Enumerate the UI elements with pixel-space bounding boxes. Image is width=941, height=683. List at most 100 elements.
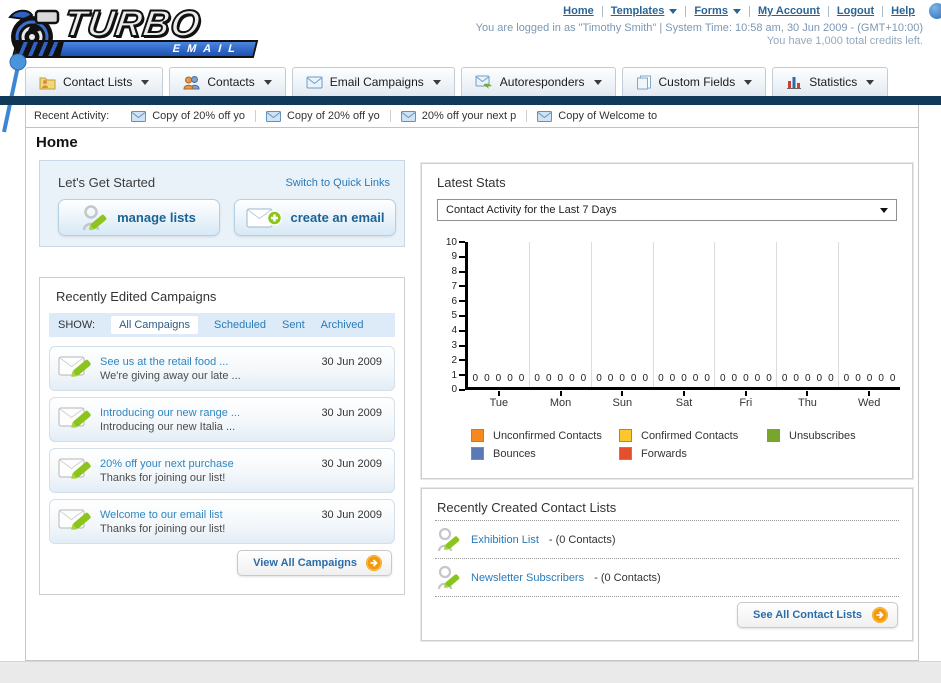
campaign-date: 30 Jun 2009: [321, 509, 382, 521]
tab-email-campaigns[interactable]: Email Campaigns: [291, 67, 455, 96]
envelope-pencil-icon: [58, 356, 91, 377]
envelope-pencil-icon: [58, 407, 91, 428]
contact-list: Exhibition List - (0 Contacts) Newslette…: [435, 520, 899, 597]
orange-arrow-icon: [366, 555, 382, 571]
campaign-subtitle: Introducing our new Italia ...: [100, 420, 236, 433]
page-title: Home: [36, 134, 78, 151]
latest-stats-title: Latest Stats: [437, 175, 506, 190]
chevron-down-icon: [432, 79, 441, 85]
recent-activity-item[interactable]: Copy of Welcome to: [527, 110, 667, 122]
navy-divider-bar: [0, 96, 941, 105]
autoresponders-icon: [475, 75, 492, 89]
chart-y-axis: 10 9 8 7 6 5 4 3 2 1 0: [437, 237, 465, 395]
top-nav-logout[interactable]: Logout: [829, 5, 882, 17]
see-all-contact-lists-button[interactable]: See All Contact Lists: [736, 602, 898, 628]
contact-list-name-link[interactable]: Exhibition List: [471, 534, 539, 546]
chevron-down-icon: [141, 79, 150, 85]
filter-sent[interactable]: Sent: [282, 319, 305, 331]
contact-lists-title: Recently Created Contact Lists: [437, 500, 617, 515]
show-label: SHOW:: [58, 319, 96, 331]
chart-x-label: Wed: [838, 391, 900, 409]
email-campaigns-icon: [306, 76, 323, 88]
campaign-row[interactable]: Welcome to our email list Thanks for joi…: [49, 499, 395, 544]
tab-custom-fields[interactable]: Custom Fields: [621, 67, 767, 96]
logo-title: TURBO: [60, 2, 204, 45]
campaign-title-link[interactable]: See us at the retail food ...: [100, 356, 321, 368]
custom-fields-icon: [636, 75, 651, 89]
tab-statistics[interactable]: Statistics: [772, 67, 889, 96]
filter-all-campaigns[interactable]: All Campaigns: [111, 316, 198, 334]
help-balloon-icon[interactable]: [929, 3, 941, 19]
legend-swatch: [471, 429, 484, 442]
chart-day-group: 00000: [654, 242, 716, 387]
campaign-row[interactable]: 20% off your next purchase Thanks for jo…: [49, 448, 395, 493]
contact-lists-icon: [39, 77, 56, 89]
view-all-campaigns-button[interactable]: View All Campaigns: [237, 550, 392, 576]
legend-label: Unsubscribes: [789, 429, 856, 442]
chart-day-group: 00000: [592, 242, 654, 387]
legend-item: Unsubscribes: [767, 429, 925, 442]
campaign-subtitle: Thanks for joining our list!: [100, 522, 226, 535]
recent-activity-item[interactable]: 20% off your next p: [391, 110, 528, 122]
chart-x-label: Tue: [468, 391, 530, 409]
select-arrow-icon: [880, 207, 888, 213]
campaign-row[interactable]: See us at the retail food ... We're givi…: [49, 346, 395, 391]
page-footer-strip: [0, 661, 941, 683]
contact-list-detail: - (0 Contacts): [594, 571, 661, 584]
chart-day-group: 00000: [715, 242, 778, 387]
campaign-row[interactable]: Introducing our new range ... Introducin…: [49, 397, 395, 442]
contact-list-name-link[interactable]: Newsletter Subscribers: [471, 572, 584, 584]
legend-label: Confirmed Contacts: [641, 429, 739, 442]
chart-day-group: 00000: [530, 242, 592, 387]
filter-archived[interactable]: Archived: [321, 319, 364, 331]
contact-list-row[interactable]: Newsletter Subscribers - (0 Contacts): [435, 559, 899, 597]
person-pencil-icon: [82, 204, 107, 230]
turbo-email-logo[interactable]: TURBO EMAIL: [6, 2, 278, 61]
main-nav-tabs: Contact Lists Contacts Email Campaigns A…: [25, 67, 889, 96]
campaigns-title: Recently Edited Campaigns: [56, 289, 217, 304]
dropdown-arrow-icon: [669, 8, 678, 14]
envelope-icon: [537, 110, 553, 122]
stats-dropdown[interactable]: Contact Activity for the Last 7 Days: [437, 199, 897, 221]
chart-x-label: Fri: [715, 391, 777, 409]
orange-arrow-icon: [872, 607, 888, 623]
chevron-down-icon: [593, 79, 602, 85]
recent-activity-item[interactable]: Copy of 20% off yo: [121, 110, 256, 122]
legend-item: Forwards: [619, 447, 767, 460]
recent-activity-item[interactable]: Copy of 20% off yo: [256, 110, 391, 122]
chart-day-group: 00000: [468, 242, 530, 387]
statistics-icon: [787, 77, 802, 89]
manage-lists-button[interactable]: manage lists: [58, 199, 220, 236]
login-info: You are logged in as "Timothy Smith" | S…: [475, 22, 923, 34]
main-content: Recent Activity: Copy of 20% off yo Copy…: [25, 105, 919, 661]
person-pencil-icon: [437, 527, 460, 552]
switch-quick-links-link[interactable]: Switch to Quick Links: [285, 177, 390, 189]
credits-info: You have 1,000 total credits left.: [766, 35, 923, 47]
contact-activity-chart: 10 9 8 7 6 5 4 3 2 1 0 000000000000000000000000000…: [437, 237, 900, 460]
legend-swatch: [767, 429, 780, 442]
top-nav: Home Templates Forms My Account Logout H…: [555, 5, 923, 17]
campaign-title-link[interactable]: 20% off your next purchase: [100, 458, 321, 470]
create-email-button[interactable]: create an email: [234, 199, 396, 236]
person-pencil-icon: [437, 565, 460, 590]
envelope-icon: [131, 110, 147, 122]
legend-swatch: [619, 429, 632, 442]
contact-list-row[interactable]: Exhibition List - (0 Contacts): [435, 520, 899, 559]
top-nav-my-account[interactable]: My Account: [750, 5, 828, 17]
chart-day-group: 00000: [777, 242, 840, 387]
recently-edited-campaigns-panel: Recently Edited Campaigns SHOW: All Camp…: [39, 277, 405, 595]
tab-autoresponders[interactable]: Autoresponders: [460, 67, 616, 96]
filter-scheduled[interactable]: Scheduled: [214, 319, 266, 331]
campaign-title-link[interactable]: Introducing our new range ...: [100, 407, 321, 419]
chart-legend: Unconfirmed Contacts Confirmed Contacts …: [471, 429, 900, 460]
legend-item: Confirmed Contacts: [619, 429, 767, 442]
chart-groups: 00000000000000000000000000000000000: [465, 242, 900, 390]
top-nav-templates[interactable]: Templates: [603, 5, 686, 17]
legend-label: Bounces: [493, 447, 536, 460]
tab-contacts[interactable]: Contacts: [169, 67, 286, 96]
campaign-title-link[interactable]: Welcome to our email list: [100, 509, 321, 521]
tab-contact-lists[interactable]: Contact Lists: [25, 67, 164, 96]
top-nav-help[interactable]: Help: [883, 5, 923, 17]
top-nav-home[interactable]: Home: [555, 5, 602, 17]
top-nav-forms[interactable]: Forms: [686, 5, 749, 17]
